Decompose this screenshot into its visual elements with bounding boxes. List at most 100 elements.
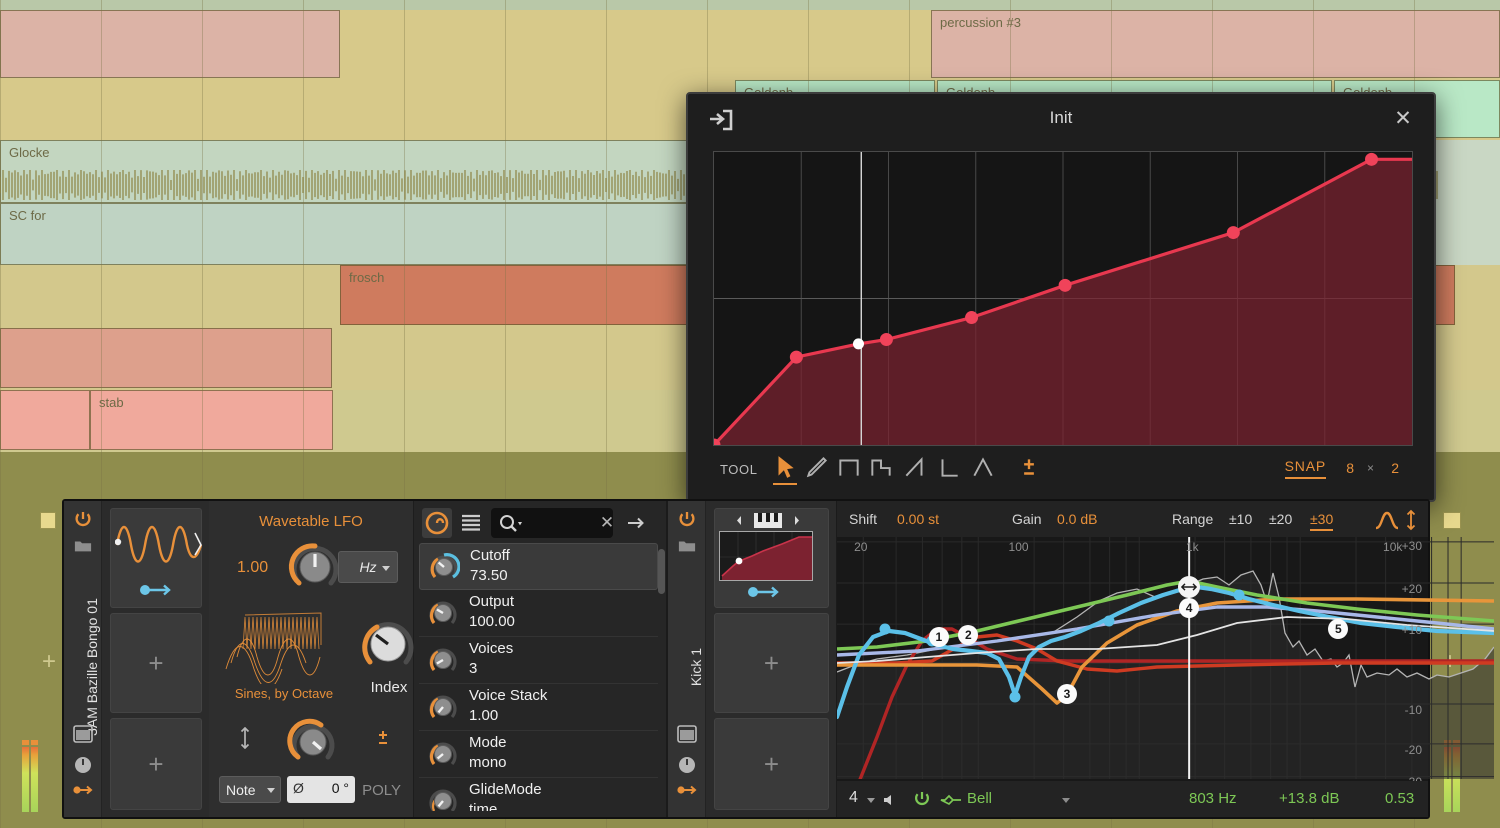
- device-sidebar[interactable]: 3AM Bazille Bongo 01: [64, 501, 102, 817]
- arrow-right-icon[interactable]: [626, 513, 646, 533]
- speaker-icon[interactable]: [882, 793, 898, 812]
- lfo-rate-unit[interactable]: Hz: [338, 551, 398, 583]
- parameter-value[interactable]: mono: [469, 754, 507, 771]
- list-view-icon[interactable]: [459, 511, 483, 535]
- arrangement-clip[interactable]: [0, 328, 332, 388]
- device-rack[interactable]: 3AM Bazille Bongo 01 + + Wavet: [62, 499, 1430, 819]
- parameter-value[interactable]: time: [469, 801, 497, 811]
- chevron-down-icon[interactable]: [867, 798, 875, 803]
- eq-band-gain[interactable]: +13.8 dB: [1279, 790, 1339, 807]
- device-sidebar[interactable]: Kick 1: [668, 501, 706, 817]
- eq-band-q[interactable]: 0.53: [1385, 790, 1414, 807]
- device-slot-empty[interactable]: +: [110, 613, 202, 713]
- eq-control-dot[interactable]: [1234, 590, 1245, 601]
- curve-thumbnail[interactable]: [719, 531, 813, 581]
- wavetable-name[interactable]: Sines, by Octave: [209, 686, 359, 701]
- chevron-down-icon[interactable]: [1062, 798, 1070, 803]
- parameter-knob[interactable]: [427, 597, 459, 629]
- plus-minus-tool-icon[interactable]: [1016, 454, 1042, 480]
- power-icon[interactable]: [677, 509, 697, 529]
- lfo-rate-value[interactable]: 1.00: [237, 559, 268, 577]
- modulation-arrow-icon[interactable]: [139, 583, 175, 597]
- eq-graph[interactable]: 201001k10k+30+20+10-10-20-30 12345: [837, 537, 1428, 781]
- eq-band-frequency[interactable]: 803 Hz: [1189, 790, 1237, 807]
- clip-slot-marker[interactable]: [1443, 512, 1461, 529]
- parameter-row[interactable]: Voice Stack1.00: [419, 684, 658, 731]
- poly-label[interactable]: POLY: [362, 782, 401, 799]
- arrangement-clip[interactable]: [0, 390, 90, 450]
- device-slot-empty[interactable]: +: [714, 718, 829, 810]
- macro-knob-icon[interactable]: [422, 508, 452, 538]
- vertical-arrows-icon[interactable]: [239, 727, 251, 754]
- lfo-phase-field[interactable]: Ø 0 °: [287, 776, 355, 803]
- arrangement-clip[interactable]: SC for: [0, 203, 700, 265]
- parameter-row[interactable]: Output100.00: [419, 590, 658, 637]
- parameter-row[interactable]: Cutoff73.50: [419, 543, 658, 590]
- eq-band-selector[interactable]: 4: [849, 789, 858, 807]
- triangle-tool-icon[interactable]: [970, 454, 996, 480]
- envelope-node[interactable]: [1059, 279, 1072, 292]
- eq-band-type[interactable]: Bell: [967, 790, 992, 807]
- parameter-list[interactable]: Cutoff73.50 Output100.00 Voices3 Voice S…: [419, 543, 658, 811]
- eq-range-30-button[interactable]: ±30: [1310, 511, 1333, 531]
- envelope-editor-window[interactable]: Init ✕ TOOL SNA: [686, 92, 1436, 502]
- phase-value[interactable]: 0 °: [332, 780, 349, 796]
- lfo-rate-knob[interactable]: [287, 539, 343, 595]
- parameter-knob[interactable]: [428, 551, 460, 583]
- eq-range-20-button[interactable]: ±20: [1269, 511, 1292, 527]
- parameter-value[interactable]: 73.50: [470, 567, 508, 584]
- lfo-amount-knob[interactable]: [287, 716, 339, 768]
- arrangement-clip[interactable]: percussion #3: [931, 10, 1500, 78]
- lfo-sync-mode-dropdown[interactable]: Note: [219, 776, 281, 803]
- parameter-scrollbar[interactable]: [658, 549, 665, 594]
- device-column-track-a[interactable]: 3AM Bazille Bongo 01 + +: [64, 501, 209, 817]
- keyboard-icon[interactable]: [737, 512, 807, 529]
- parameter-row[interactable]: Voices3: [419, 637, 658, 684]
- parameter-knob[interactable]: [427, 785, 459, 811]
- clear-search-icon[interactable]: ✕: [597, 513, 617, 533]
- add-track-button[interactable]: +: [42, 648, 56, 676]
- eq-control-dot[interactable]: [1010, 692, 1021, 703]
- parameter-value[interactable]: 100.00: [469, 613, 515, 630]
- envelope-toolbar[interactable]: TOOL SNAP 8 × 2: [688, 442, 1434, 500]
- eq-header-icons[interactable]: [1374, 509, 1422, 531]
- ramp-down-tool-icon[interactable]: [936, 454, 962, 480]
- routing-arrow-icon[interactable]: [677, 783, 697, 803]
- envelope-node[interactable]: [790, 351, 803, 364]
- snap-button[interactable]: SNAP: [1285, 458, 1326, 479]
- device-slot-waveform[interactable]: [110, 508, 202, 608]
- arrangement-clip[interactable]: [0, 10, 340, 78]
- knob-icon[interactable]: [677, 755, 697, 775]
- knob-icon[interactable]: [73, 755, 93, 775]
- parameter-knob[interactable]: [427, 644, 459, 676]
- device-slot-empty[interactable]: +: [714, 613, 829, 713]
- parameter-toolbar[interactable]: ✕: [414, 506, 666, 540]
- wavetable-display[interactable]: [221, 599, 351, 684]
- eq-shift-value[interactable]: 0.00 st: [897, 511, 939, 527]
- eq-range-10-button[interactable]: ±10: [1229, 511, 1252, 527]
- plus-minus-icon[interactable]: [375, 729, 391, 751]
- clip-slot-marker-left[interactable]: [40, 512, 56, 529]
- parameter-row[interactable]: GlideModetime: [419, 778, 658, 811]
- parameter-row[interactable]: Modemono: [419, 731, 658, 778]
- eq-band-power-icon[interactable]: [913, 790, 931, 813]
- parameter-knob[interactable]: [427, 691, 459, 723]
- parameter-value[interactable]: 1.00: [469, 707, 498, 724]
- eq-gain-value[interactable]: 0.0 dB: [1057, 511, 1097, 527]
- ramp-up-tool-icon[interactable]: [902, 454, 928, 480]
- device-column-track-b[interactable]: Kick 1: [668, 501, 836, 817]
- search-input[interactable]: [491, 508, 613, 538]
- window-icon[interactable]: [677, 725, 697, 745]
- parameter-value[interactable]: 3: [469, 660, 477, 677]
- close-icon[interactable]: ✕: [1390, 106, 1416, 132]
- eq-header[interactable]: Shift 0.00 st Gain 0.0 dB Range ±10 ±20 …: [837, 501, 1428, 537]
- power-icon[interactable]: [73, 509, 93, 529]
- square-wave-tool-icon[interactable]: [836, 454, 862, 480]
- equalizer-panel[interactable]: Shift 0.00 st Gain 0.0 dB Range ±10 ±20 …: [837, 501, 1428, 817]
- envelope-node[interactable]: [1227, 226, 1240, 239]
- envelope-graph[interactable]: [713, 151, 1413, 446]
- envelope-node[interactable]: [880, 333, 893, 346]
- wavetable-lfo-panel[interactable]: Wavetable LFO 1.00 Hz Sines, by Octave: [209, 501, 414, 817]
- index-knob[interactable]: [357, 613, 419, 675]
- parameter-knob[interactable]: [427, 738, 459, 770]
